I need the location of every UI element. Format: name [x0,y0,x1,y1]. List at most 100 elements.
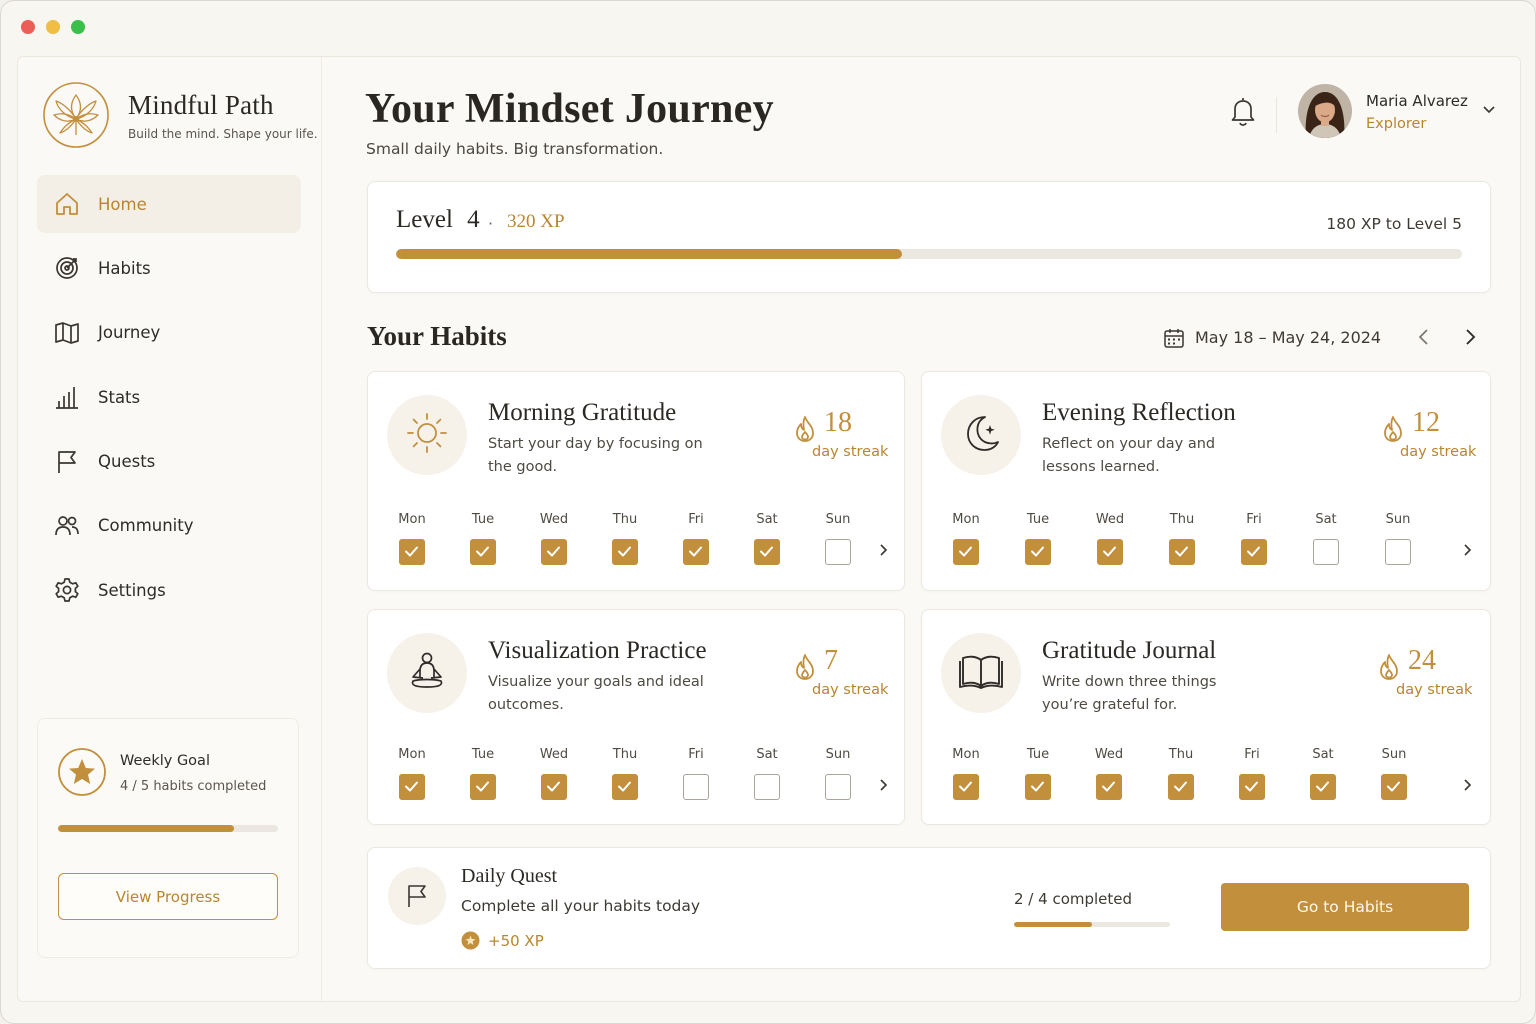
checked-checkbox[interactable] [1239,774,1265,800]
habit-card-visualization-practice[interactable]: Visualization Practice Visualize your goa… [367,609,905,825]
checked-checkbox[interactable] [953,539,979,565]
checked-checkbox[interactable] [612,539,638,565]
checked-checkbox[interactable] [1097,539,1123,565]
sidebar-item-label: Stats [98,387,141,407]
chevron-down-icon[interactable] [1481,101,1497,117]
notification-bell-icon[interactable] [1229,95,1257,127]
chevron-left-icon[interactable] [1413,325,1435,349]
day-label: Fri [1246,512,1262,527]
sidebar-item-settings[interactable]: Settings [37,561,301,619]
checked-checkbox[interactable] [470,774,496,800]
xp-coin-icon [461,931,480,950]
sidebar-item-home[interactable]: Home [37,175,301,233]
app-container: Mindful Path Build the mind. Shape your … [17,56,1521,1002]
habit-title: Evening Reflection [1042,399,1236,426]
users-icon [53,512,81,540]
checked-checkbox[interactable] [1241,539,1267,565]
checked-checkbox[interactable] [1310,774,1336,800]
sidebar-nav: Home Habits Journey Stats Quests Communi… [37,175,301,626]
day-sat: Sat [1294,747,1352,800]
checked-checkbox[interactable] [1025,539,1051,565]
sidebar-item-journey[interactable]: Journey [37,304,301,362]
day-sun: Sun [1369,512,1427,565]
minimize-window-button[interactable] [46,20,60,34]
view-progress-button[interactable]: View Progress [58,873,278,920]
day-fri: Fri [1225,512,1283,565]
checked-checkbox[interactable] [470,539,496,565]
checked-checkbox[interactable] [1096,774,1122,800]
day-label: Thu [1169,512,1195,527]
book-icon [957,647,1005,699]
go-to-habits-button[interactable]: Go to Habits [1221,883,1469,931]
calendar-icon[interactable] [1163,327,1185,349]
sidebar-item-community[interactable]: Community [37,497,301,555]
habit-card-evening-reflection[interactable]: Evening Reflection Reflect on your day an… [921,371,1491,591]
checked-checkbox[interactable] [399,539,425,565]
checked-checkbox[interactable] [1025,774,1051,800]
map-icon [53,319,81,347]
day-mon: Mon [383,512,441,565]
unchecked-checkbox[interactable] [754,774,780,800]
habit-description: Write down three things you’re grateful … [1042,674,1217,713]
chevron-right-icon[interactable] [876,777,890,793]
day-fri: Fri [667,747,725,800]
flame-icon [1382,415,1404,443]
day-label: Sun [1385,512,1411,527]
checked-checkbox[interactable] [683,539,709,565]
unchecked-checkbox[interactable] [825,539,851,565]
checked-checkbox[interactable] [1169,539,1195,565]
quest-progress-fill [1014,922,1092,927]
chevron-right-icon[interactable] [1460,542,1474,558]
maximize-window-button[interactable] [71,20,85,34]
sidebar-item-label: Quests [98,452,156,472]
sidebar-item-label: Journey [98,323,161,343]
habit-card-morning-gratitude[interactable]: Morning Gratitude Start your day by focus… [367,371,905,591]
checked-checkbox[interactable] [612,774,638,800]
day-mon: Mon [383,747,441,800]
flame-icon [794,415,816,443]
day-wed: Wed [1080,747,1138,800]
user-avatar[interactable] [1298,84,1352,138]
sidebar-item-label: Habits [98,258,151,278]
checked-checkbox[interactable] [399,774,425,800]
streak-count: 24 [1408,645,1436,676]
quest-reward: +50 XP [488,932,544,950]
brand[interactable]: Mindful Path Build the mind. Shape your … [42,81,318,149]
checked-checkbox[interactable] [754,539,780,565]
checked-checkbox[interactable] [541,539,567,565]
unchecked-checkbox[interactable] [683,774,709,800]
checked-checkbox[interactable] [1168,774,1194,800]
chevron-right-icon[interactable] [1460,777,1474,793]
day-wed: Wed [525,747,583,800]
checked-checkbox[interactable] [541,774,567,800]
level-card: Level 4 · 320 XP 180 XP to Level 5 [367,181,1491,293]
day-label: Sat [756,747,778,762]
unchecked-checkbox[interactable] [1313,539,1339,565]
day-label: Tue [1026,512,1050,527]
close-window-button[interactable] [21,20,35,34]
unchecked-checkbox[interactable] [1385,539,1411,565]
sidebar-item-quests[interactable]: Quests [37,433,301,491]
day-label: Thu [612,512,638,527]
level-progress-fill [396,249,903,259]
level-xp: 320 XP [507,211,565,232]
checked-checkbox[interactable] [1381,774,1407,800]
day-label: Sat [1315,512,1337,527]
chevron-right-icon[interactable] [876,542,890,558]
day-label: Wed [1095,512,1125,527]
unchecked-checkbox[interactable] [825,774,851,800]
day-tue: Tue [454,512,512,565]
bar-chart-icon [53,383,81,411]
day-label: Sat [1312,747,1334,762]
flag-icon [53,448,81,476]
chevron-right-icon[interactable] [1459,325,1481,349]
sidebar-item-habits[interactable]: Habits [37,239,301,297]
day-fri: Fri [667,512,725,565]
checked-checkbox[interactable] [953,774,979,800]
main-content: Your Mindset Journey Small daily habits.… [323,57,1520,1001]
sun-icon [403,409,451,461]
sidebar-item-stats[interactable]: Stats [37,368,301,426]
day-thu: Thu [596,512,654,565]
weekly-goal-progress-bar [58,825,278,832]
habit-card-gratitude-journal[interactable]: Gratitude Journal Write down three things… [921,609,1491,825]
